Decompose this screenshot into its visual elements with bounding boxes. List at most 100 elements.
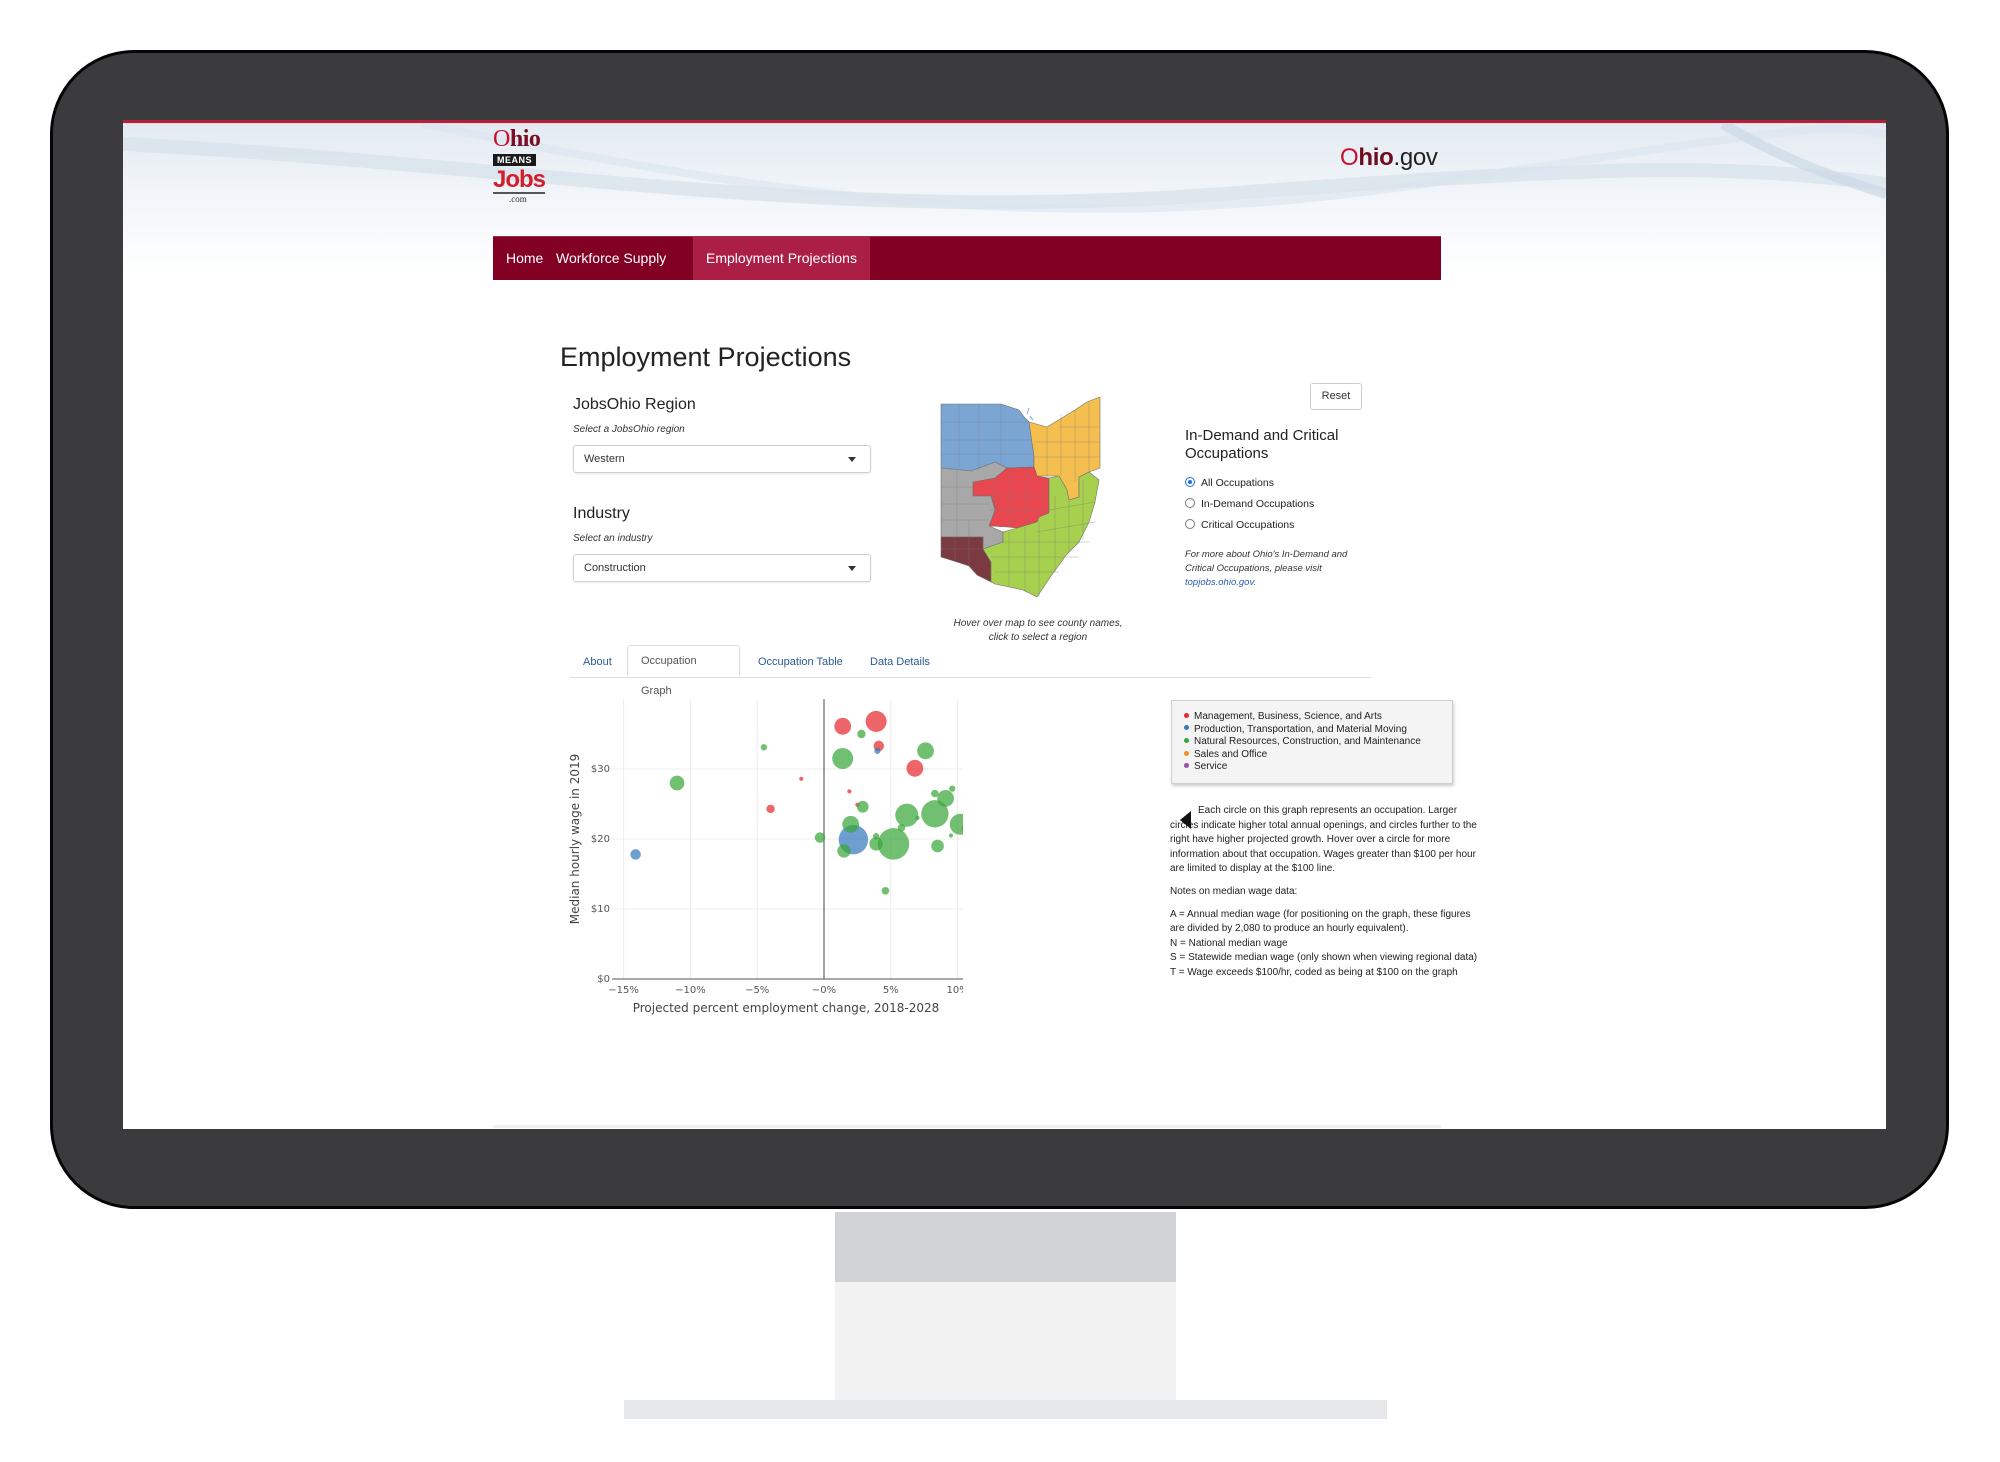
legend-label: Production, Transportation, and Material… (1194, 723, 1407, 735)
main-nav: Home Workforce Supply Employment Project… (493, 236, 1441, 280)
data-point[interactable] (837, 844, 851, 858)
page-title: Employment Projections (560, 342, 852, 372)
data-point[interactable] (834, 717, 852, 735)
radio-label: Critical Occupations (1201, 519, 1295, 531)
lake-erie-islands (1026, 407, 1034, 421)
chevron-down-icon (848, 566, 856, 571)
data-point[interactable] (814, 832, 826, 843)
data-point[interactable] (877, 828, 910, 860)
tab-about[interactable]: About (570, 647, 625, 677)
notes-item: N = National median wage (1170, 937, 1288, 949)
data-point[interactable] (949, 813, 963, 835)
y-tick-label: $10 (591, 904, 610, 915)
radio-label: In-Demand Occupations (1201, 498, 1315, 510)
y-tick-label: $30 (591, 764, 610, 775)
notes-intro: Each circle on this graph represents an … (1170, 804, 1480, 877)
radio-button[interactable] (1185, 519, 1195, 530)
chart-notes: Each circle on this graph represents an … (1170, 804, 1480, 981)
monitor-stand-neck-lower (835, 1282, 1176, 1400)
tab-data-details[interactable]: Data Details (857, 647, 943, 677)
data-point[interactable] (865, 710, 887, 732)
topjobs-link[interactable]: topjobs.ohio.gov. (1185, 577, 1256, 588)
legend-item[interactable]: Sales and Office (1184, 749, 1452, 762)
region-label: JobsOhio Region (573, 396, 696, 413)
data-point[interactable] (881, 887, 890, 895)
radio-button-checked[interactable] (1185, 477, 1195, 488)
industry-select-value: Construction (584, 562, 646, 574)
data-point[interactable] (931, 839, 944, 853)
notes-item: S = Statewide median wage (only shown wh… (1170, 952, 1478, 964)
industry-select[interactable]: Construction (573, 554, 871, 582)
industry-help: Select an industry (573, 533, 653, 544)
x-tick-label: −5% (745, 985, 769, 996)
data-point[interactable] (847, 789, 852, 794)
legend-dot-icon (1184, 763, 1189, 769)
notes-item: A = Annual median wage (for positioning … (1170, 908, 1471, 935)
data-point[interactable] (669, 775, 685, 791)
x-tick-label: −0% (812, 985, 836, 996)
ohiomeansjobs-logo[interactable]: Ohio MEANS Jobs .com (493, 126, 553, 204)
nav-employment-projections[interactable]: Employment Projections (693, 237, 870, 280)
map-caption-line2: click to select a region (988, 632, 1088, 643)
chart-points (630, 710, 963, 895)
map-region-northwest[interactable] (940, 403, 1035, 472)
data-point[interactable] (832, 748, 854, 769)
data-point[interactable] (948, 833, 954, 838)
legend-dot-icon (1184, 738, 1189, 744)
legend-item[interactable]: Natural Resources, Construction, and Mai… (1184, 736, 1452, 749)
legend-label: Sales and Office (1194, 748, 1268, 760)
occupations-note: For more about Ohio's In-Demand and Crit… (1185, 548, 1370, 590)
page-container: Ohio MEANS Jobs .com Ohio.gov Home Workf… (493, 120, 1477, 1129)
legend-item[interactable]: Service (1184, 761, 1452, 774)
notes-intro-text: Each circle on this graph represents an … (1170, 805, 1477, 875)
notes-item: T = Wage exceeds $100/hr, coded as being… (1170, 966, 1458, 978)
occupations-note-text: For more about Ohio's In-Demand and Crit… (1185, 549, 1348, 574)
data-point[interactable] (874, 747, 881, 754)
content-tabs: About Occupation Graph Occupation Table … (570, 645, 1371, 697)
chart-grid (612, 699, 963, 979)
data-point[interactable] (937, 790, 954, 807)
legend-dot-icon (1184, 750, 1189, 756)
data-point[interactable] (857, 729, 866, 739)
monitor-stand-neck-upper (835, 1212, 1176, 1282)
region-help: Select a JobsOhio region (573, 424, 685, 435)
legend-item[interactable]: Production, Transportation, and Material… (1184, 724, 1452, 737)
ohiogov-hio: hio (1358, 144, 1394, 171)
data-point[interactable] (630, 849, 641, 860)
radio-all-occupations[interactable]: All Occupations (1185, 476, 1274, 490)
x-tick-label: −15% (608, 985, 639, 996)
data-point[interactable] (915, 815, 920, 821)
y-axis-label: Median hourly wage in 2019 (568, 754, 582, 924)
radio-button[interactable] (1185, 498, 1195, 509)
legend-dot-icon (1184, 725, 1189, 731)
chevron-down-icon (848, 457, 856, 462)
monitor-stand-base (624, 1400, 1387, 1419)
data-point[interactable] (906, 759, 924, 777)
y-tick-label: $0 (597, 974, 610, 985)
map-caption-line1: Hover over map to see county names, (953, 618, 1123, 629)
region-select[interactable]: Western (573, 445, 871, 473)
reset-button[interactable]: Reset (1310, 383, 1362, 410)
data-point[interactable] (842, 815, 860, 833)
legend-item[interactable]: Management, Business, Science, and Arts (1184, 711, 1452, 724)
tab-occupation-graph[interactable]: Occupation Graph (627, 645, 740, 697)
ohio-gov-logo[interactable]: Ohio.gov (1340, 144, 1438, 172)
logo-ohio-rest: hio (509, 126, 541, 152)
occupation-scatter-chart[interactable]: −15% −10% −5% −0% 5% 10% $0 $10 $20 $30 Projected… (563, 680, 963, 1030)
legend-label: Service (1194, 761, 1228, 773)
data-point[interactable] (766, 804, 775, 814)
data-point[interactable] (895, 803, 919, 827)
data-point[interactable] (949, 785, 956, 792)
map-caption: Hover over map to see county names, clic… (903, 617, 1173, 645)
data-point[interactable] (917, 742, 934, 760)
data-point[interactable] (760, 744, 768, 751)
logo-ohio-text: Ohio (493, 126, 553, 152)
triangle-left-icon (1180, 811, 1191, 829)
radio-critical-occupations[interactable]: Critical Occupations (1185, 518, 1294, 532)
tab-occupation-table[interactable]: Occupation Table (745, 647, 856, 677)
data-point[interactable] (856, 800, 869, 813)
radio-in-demand-occupations[interactable]: In-Demand Occupations (1185, 497, 1314, 511)
data-point[interactable] (799, 776, 804, 781)
ohio-region-map[interactable] (939, 392, 1135, 604)
nav-workforce-supply[interactable]: Workforce Supply (543, 237, 679, 280)
